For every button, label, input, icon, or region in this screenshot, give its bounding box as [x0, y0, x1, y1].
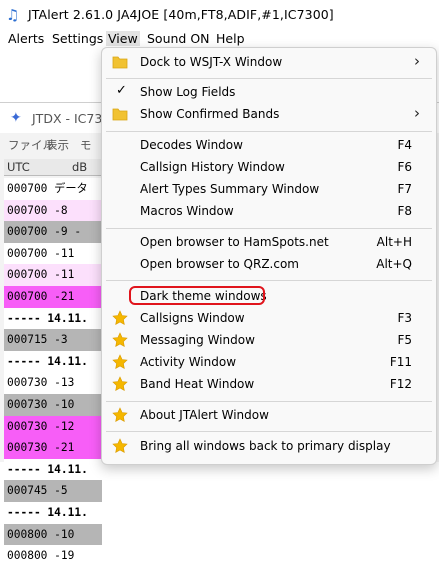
- checkmark-icon: ✓: [116, 83, 127, 98]
- menu-item-show-log-fields[interactable]: ✓ Show Log Fields: [106, 81, 432, 103]
- highlight-annotation: [129, 286, 265, 305]
- menu-item-callsigns[interactable]: Callsigns Window F3: [106, 307, 432, 329]
- decode-row[interactable]: 000730 -13: [4, 372, 102, 394]
- decode-row[interactable]: 000700 -11: [4, 264, 102, 286]
- chevron-right-icon: ›: [414, 52, 420, 70]
- menu-item-messaging[interactable]: Messaging Window F5: [106, 329, 432, 351]
- music-note-icon: ♫: [6, 6, 20, 24]
- folder-icon: [112, 108, 128, 121]
- header-db: dB: [72, 160, 88, 174]
- decode-row[interactable]: 000700 -21: [4, 285, 102, 308]
- decode-row[interactable]: 000700 -11: [4, 242, 102, 265]
- menu-item-band-heat[interactable]: Band Heat Window F12: [106, 373, 432, 395]
- header-utc: UTC: [7, 160, 30, 174]
- menu-item-bring-back[interactable]: Bring all windows back to primary displa…: [106, 435, 432, 457]
- star-icon: [112, 310, 128, 325]
- menu-separator: [106, 401, 432, 402]
- decode-row[interactable]: 000745 -5: [4, 480, 102, 502]
- jtdx-menu-mode[interactable]: モ: [80, 137, 92, 153]
- menu-item-callsign-history[interactable]: Callsign History Window F6: [106, 156, 432, 178]
- menu-item-show-confirmed-bands[interactable]: Show Confirmed Bands ›: [106, 103, 432, 125]
- jtdx-menu-view[interactable]: 表示: [46, 137, 69, 153]
- menu-item-about[interactable]: About JTAlert Window: [106, 404, 432, 426]
- menu-settings[interactable]: Settings: [50, 31, 105, 46]
- menu-separator: [106, 131, 432, 132]
- decode-row[interactable]: ----- 14.11.: [4, 458, 102, 481]
- decode-row[interactable]: ----- 14.11.: [4, 307, 102, 330]
- menu-view[interactable]: View: [106, 31, 140, 46]
- menu-item-alert-types[interactable]: Alert Types Summary Window F7: [106, 178, 432, 200]
- decode-row[interactable]: 000700 データ: [4, 178, 102, 200]
- menu-item-macros[interactable]: Macros Window F8: [106, 200, 432, 222]
- menu-separator: [106, 431, 432, 432]
- star-icon: [112, 376, 128, 391]
- decode-row[interactable]: 000700 -9 -: [4, 221, 102, 243]
- decode-row[interactable]: 000730 -12: [4, 415, 102, 438]
- jtdx-logo-icon: ✦: [10, 110, 22, 126]
- menu-item-hamspots[interactable]: Open browser to HamSpots.net Alt+H: [106, 231, 432, 253]
- star-icon: [112, 407, 128, 422]
- menu-separator: [106, 228, 432, 229]
- folder-icon: [112, 56, 128, 69]
- star-icon: [112, 438, 128, 453]
- decode-row[interactable]: 000715 -3: [4, 329, 102, 351]
- decode-row[interactable]: 000700 -8: [4, 199, 102, 222]
- menu-bar: Alerts Settings View Sound ON Help: [0, 29, 439, 49]
- menu-sound[interactable]: Sound ON: [145, 31, 212, 46]
- decode-list: 000700 データ 000700 -8 000700 -9 -000700 -11…: [4, 178, 102, 567]
- menu-item-activity[interactable]: Activity Window F11: [106, 351, 432, 373]
- window-title: JTAlert 2.61.0 JA4JOE [40m,FT8,ADIF,#1,I…: [28, 7, 334, 22]
- menu-alerts[interactable]: Alerts: [6, 31, 46, 46]
- decode-table-header: UTC dB: [4, 159, 102, 176]
- title-bar: ♫ JTAlert 2.61.0 JA4JOE [40m,FT8,ADIF,#1…: [0, 0, 439, 31]
- menu-separator: [106, 280, 432, 281]
- menu-help[interactable]: Help: [214, 31, 247, 46]
- menu-item-qrz[interactable]: Open browser to QRZ.com Alt+Q: [106, 253, 432, 275]
- view-dropdown-menu: Dock to WSJT-X Window › ✓ Show Log Field…: [101, 47, 437, 465]
- decode-row[interactable]: 000730 -10: [4, 393, 102, 416]
- decode-row[interactable]: 000800 -10: [4, 523, 102, 546]
- decode-row[interactable]: 000800 -19: [4, 545, 102, 567]
- menu-separator: [106, 78, 432, 79]
- chevron-right-icon: ›: [414, 104, 420, 122]
- menu-item-decodes-window[interactable]: Decodes Window F4: [106, 134, 432, 156]
- decode-row[interactable]: 000730 -21: [4, 437, 102, 459]
- menu-item-dock[interactable]: Dock to WSJT-X Window ›: [106, 51, 432, 73]
- decode-row[interactable]: ----- 14.11.: [4, 350, 102, 373]
- star-icon: [112, 332, 128, 347]
- star-icon: [112, 354, 128, 369]
- decode-row[interactable]: ----- 14.11.: [4, 501, 102, 524]
